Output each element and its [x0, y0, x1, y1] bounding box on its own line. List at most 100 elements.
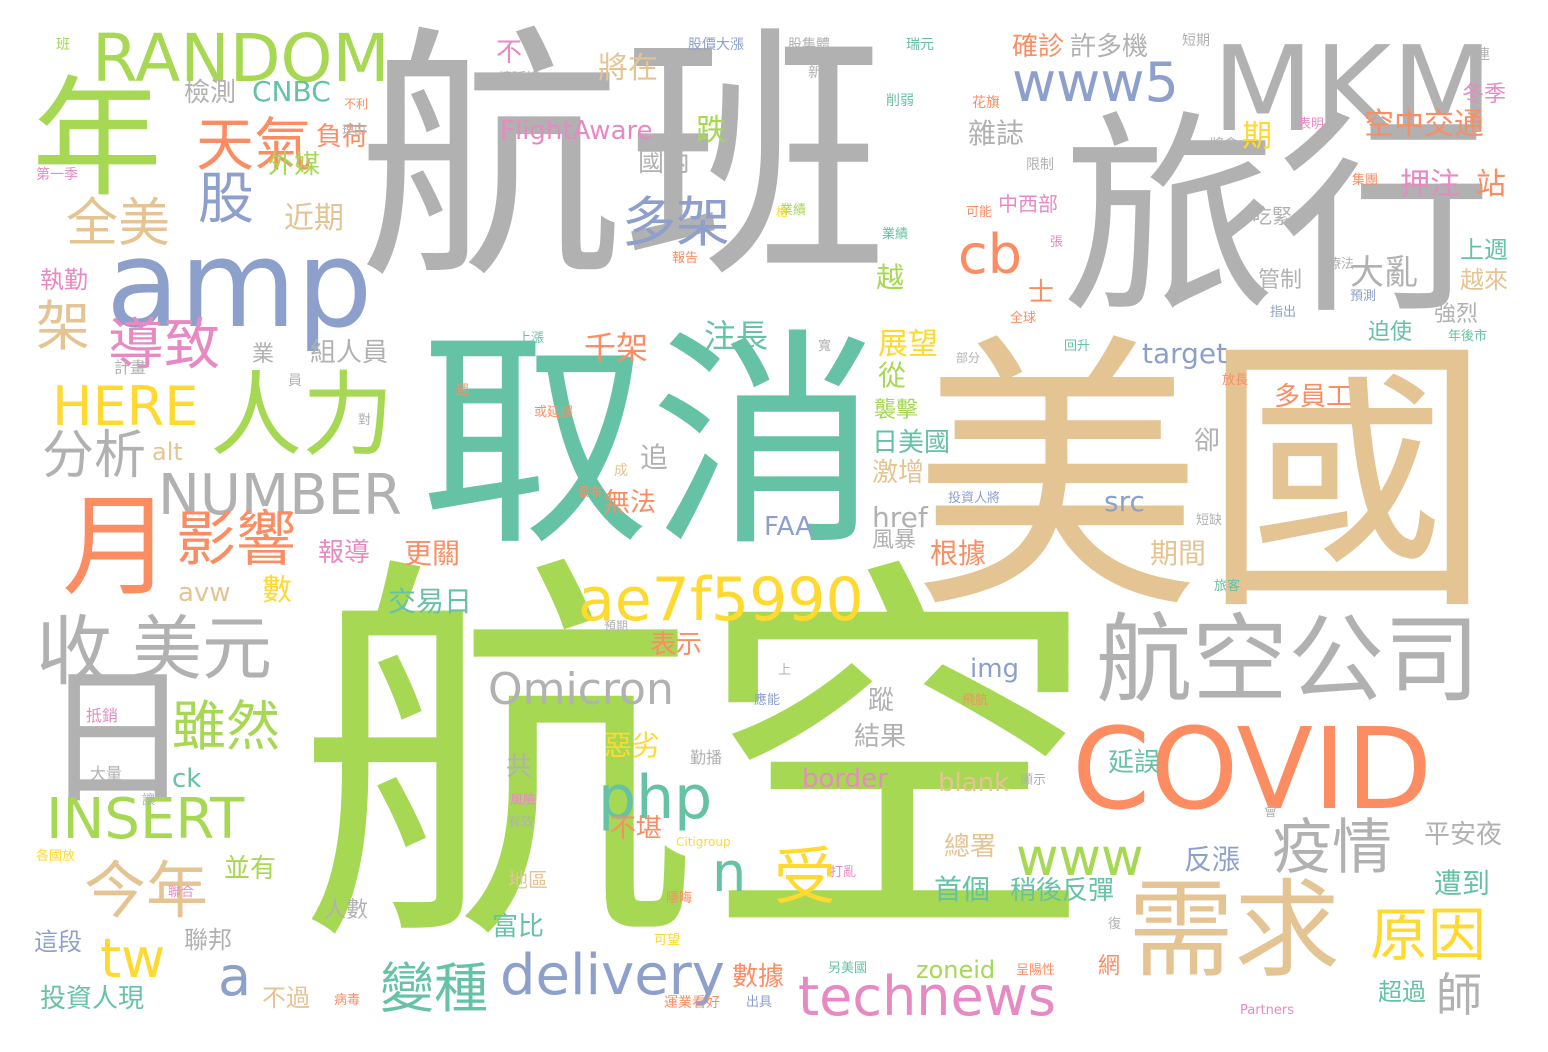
- word-cloud-word: 指出: [1270, 305, 1297, 320]
- word-cloud-word: 日美國: [872, 428, 951, 458]
- word-cloud-word: 預期: [604, 619, 629, 633]
- word-cloud-word: 注長: [704, 317, 769, 355]
- word-cloud-word: 抵銷: [86, 706, 119, 725]
- word-cloud-word: 月: [62, 483, 172, 611]
- word-cloud-word: 將在: [598, 51, 658, 86]
- word-cloud-word: 班: [56, 37, 70, 53]
- word-cloud-word: cb: [958, 223, 1022, 286]
- word-cloud-word: 數據: [732, 962, 785, 992]
- word-cloud-word: avw: [178, 578, 231, 608]
- word-cloud-word: blank: [938, 768, 1010, 798]
- word-cloud-word: 期間: [1150, 537, 1207, 570]
- word-cloud-word: 出具: [746, 995, 773, 1010]
- word-cloud-word: 美國: [912, 312, 1492, 649]
- word-cloud-word: 多員工: [1274, 382, 1353, 412]
- word-cloud-word: ck: [172, 764, 202, 794]
- word-cloud-word: 可能: [966, 205, 993, 220]
- word-cloud-word: 站: [1476, 167, 1506, 202]
- word-cloud-word: 隱晦: [666, 891, 693, 906]
- word-cloud-word: 有效: [508, 815, 535, 830]
- word-cloud-word: 近期: [284, 201, 344, 236]
- word-cloud-word: FlightAware: [500, 116, 653, 146]
- word-cloud-word: src: [1104, 485, 1145, 518]
- word-cloud-word: 卻: [1194, 426, 1221, 456]
- word-cloud-word: 空中交通: [1364, 107, 1484, 142]
- word-cloud-word: 部分: [956, 351, 981, 365]
- word-cloud-word: 應能: [754, 693, 781, 708]
- word-cloud-word: 業績: [882, 227, 909, 242]
- word-cloud-word: CNBC: [252, 75, 331, 108]
- word-cloud-word: 上週: [1460, 236, 1508, 264]
- word-cloud-word: 士: [1028, 278, 1055, 308]
- word-cloud-word: 原因: [1370, 901, 1487, 969]
- word-cloud-word: n: [712, 841, 747, 904]
- word-cloud-word: 週: [456, 383, 470, 398]
- word-cloud-word: 風暴: [872, 528, 917, 553]
- word-cloud-word: 續延誤: [498, 71, 540, 87]
- word-cloud-word: img: [970, 654, 1020, 684]
- word-cloud-word: 富比: [492, 912, 545, 942]
- word-cloud-word: 勤播: [690, 748, 723, 767]
- word-cloud-word: 股價大漲: [688, 37, 744, 53]
- word-cloud-word: 短期: [1182, 33, 1210, 49]
- word-cloud-word: 越來: [1460, 266, 1508, 294]
- word-cloud-word: 全球: [1010, 311, 1037, 326]
- word-cloud-word: 反漲: [1184, 843, 1241, 876]
- word-cloud-word: 理由: [342, 123, 367, 137]
- word-cloud-word: 聯邦: [184, 926, 232, 954]
- word-cloud-word: 復: [1108, 917, 1122, 932]
- word-cloud-word: 地區: [508, 868, 548, 892]
- word-cloud-word: 強烈: [1434, 302, 1479, 327]
- word-cloud-word: 大量: [90, 764, 123, 783]
- word-cloud-word: 展望: [878, 327, 938, 362]
- word-cloud-word: 聯合: [168, 885, 195, 900]
- word-cloud-word: 分析: [42, 426, 147, 486]
- word-cloud-word: 不堪: [610, 814, 663, 844]
- word-cloud-word: 共: [506, 752, 533, 782]
- word-cloud-word: 放長: [1222, 373, 1249, 388]
- word-cloud-word: 遭到: [1434, 867, 1491, 900]
- word-cloud-word: 報告: [672, 251, 699, 266]
- word-cloud-word: 風險: [510, 793, 537, 808]
- word-cloud-word: 數: [262, 573, 292, 608]
- word-cloud-word: 激增: [872, 458, 925, 488]
- word-cloud-word: 員: [288, 373, 302, 389]
- word-cloud-word: Partners: [1240, 1003, 1295, 1018]
- word-cloud-word: 連: [1476, 47, 1490, 63]
- word-cloud-word: 中西部: [998, 192, 1058, 216]
- word-cloud-word: 限制: [1026, 157, 1054, 173]
- word-cloud-word: 千架: [584, 329, 649, 367]
- word-cloud-word: 飛航: [962, 693, 989, 708]
- word-cloud-word: 外媒: [268, 150, 321, 180]
- word-cloud-word: 投資人現: [40, 984, 145, 1014]
- word-cloud-word: 集團: [1352, 173, 1379, 188]
- word-cloud-word: 雖然: [172, 695, 280, 758]
- word-cloud-word: 各國放: [36, 849, 76, 864]
- word-cloud-word: 網: [1098, 954, 1121, 979]
- word-cloud-word: 格: [776, 205, 789, 219]
- word-cloud-word: 無法: [604, 488, 657, 518]
- word-cloud-word: 需求: [1128, 869, 1340, 992]
- word-cloud-word: 削弱: [886, 93, 914, 109]
- word-cloud-word: 病毒: [334, 993, 361, 1008]
- word-cloud-word: 航空公司: [1096, 604, 1480, 716]
- word-cloud-word: 不過: [262, 984, 310, 1012]
- word-cloud-word: 迫使: [1368, 320, 1413, 345]
- word-cloud-word: 確診: [1012, 32, 1065, 62]
- word-cloud-word: Omicron: [488, 664, 674, 715]
- word-cloud-word: border: [802, 764, 888, 794]
- word-cloud-word: 蹤: [868, 686, 895, 716]
- word-cloud-word: 組人員: [310, 338, 389, 368]
- word-cloud-word: alt: [152, 438, 183, 466]
- word-cloud-word: 或延誤: [534, 405, 574, 420]
- word-cloud-word: 對: [358, 413, 372, 428]
- word-cloud-word: 檢測: [184, 78, 237, 108]
- word-cloud-word: 花旗: [972, 95, 1000, 111]
- word-cloud: 航班 航空 美國 旅行 取消 MKM amp 年 RANDOM 月 日 人力 C…: [0, 0, 1548, 1052]
- word-cloud-word: 影響: [176, 505, 296, 575]
- word-cloud-word: 執勤: [40, 266, 88, 294]
- word-cloud-word: 呈陽性: [1016, 963, 1056, 978]
- word-cloud-word: a: [218, 945, 252, 1008]
- word-cloud-word: 交易日: [388, 585, 473, 618]
- word-cloud-word: 會: [1264, 805, 1278, 820]
